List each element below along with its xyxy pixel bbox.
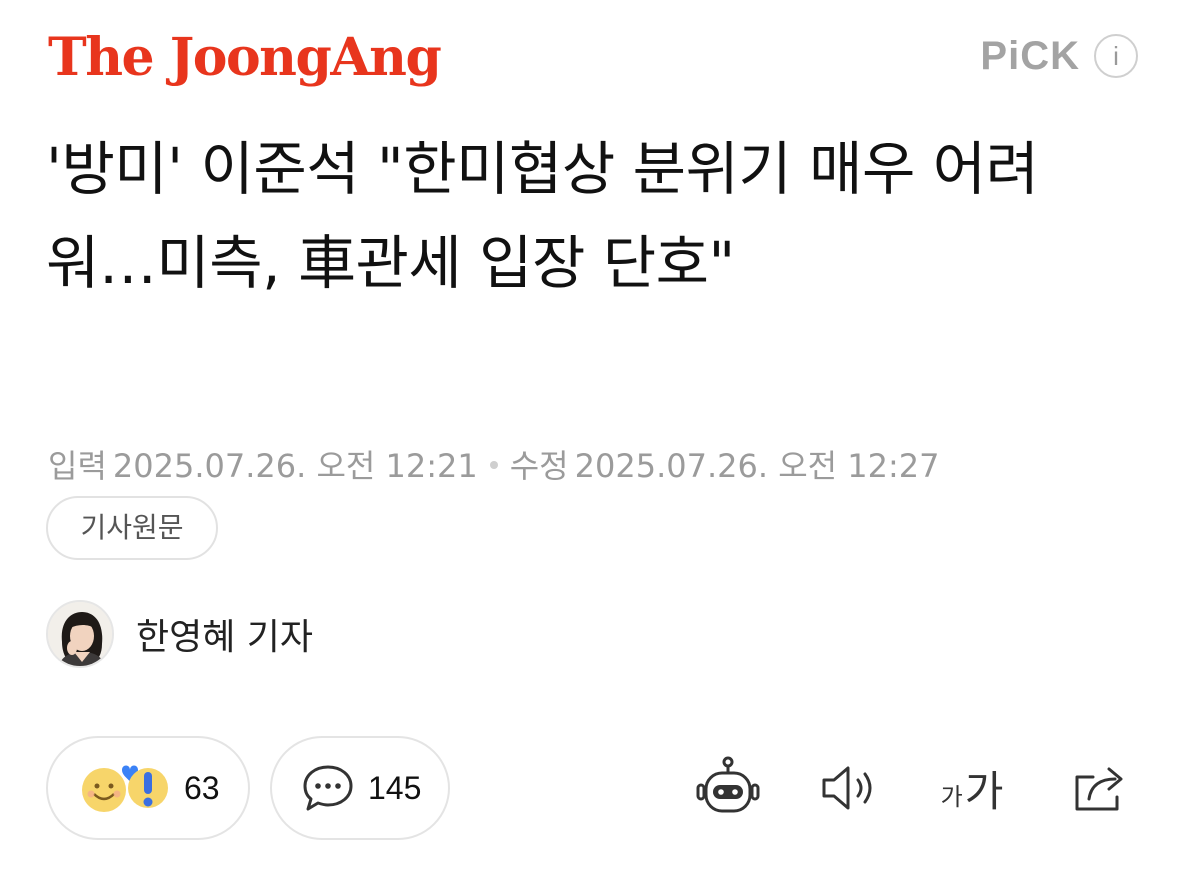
edit-label: 수정 [509,447,569,485]
separator-dot [489,461,498,469]
reporter-avatar[interactable] [46,600,114,668]
header: The JoongAng PiCK i [48,24,1138,94]
reactions-count: 63 [184,769,220,806]
share-button[interactable] [1064,750,1134,826]
summary-bot-icon [696,756,760,813]
speaker-icon [822,766,872,810]
reporter-photo [48,602,112,666]
site-logo[interactable]: The JoongAng [48,26,442,90]
pick-badge: PiCK [980,34,1080,78]
reaction-emoji-icon [82,765,168,812]
share-icon [1075,767,1123,811]
text-to-speech-button[interactable] [814,750,884,826]
article-headline: '방미' 이준석 "한미협상 분위기 매우 어려워…미측, 車관세 입장 단호" [46,135,1039,297]
comment-icon [303,765,353,811]
original-article-button[interactable]: 기사원문 [46,496,218,560]
reporter-byline[interactable]: 한영혜 기자 [46,598,313,670]
font-size-button[interactable]: 가가 [930,750,1014,826]
summary-bot-button[interactable] [690,750,766,826]
input-label: 입력 [48,447,107,485]
font-size-small-label: 가 [940,782,963,811]
reactions-button[interactable]: 63 [46,736,250,840]
reporter-name[interactable]: 한영혜 기자 [136,608,313,660]
comments-count: 145 [368,769,422,806]
comments-button[interactable]: 145 [270,736,450,840]
input-time: 2025.07.26. 오전 12:21 [112,447,478,485]
edit-time: 2025.07.26. 오전 12:27 [574,447,940,485]
info-icon[interactable]: i [1094,34,1138,78]
font-size-large-label: 가 [964,766,1004,816]
article-dates: 입력 2025.07.26. 오전 12:21 수정 2025.07.26. 오전 1… [48,444,939,488]
